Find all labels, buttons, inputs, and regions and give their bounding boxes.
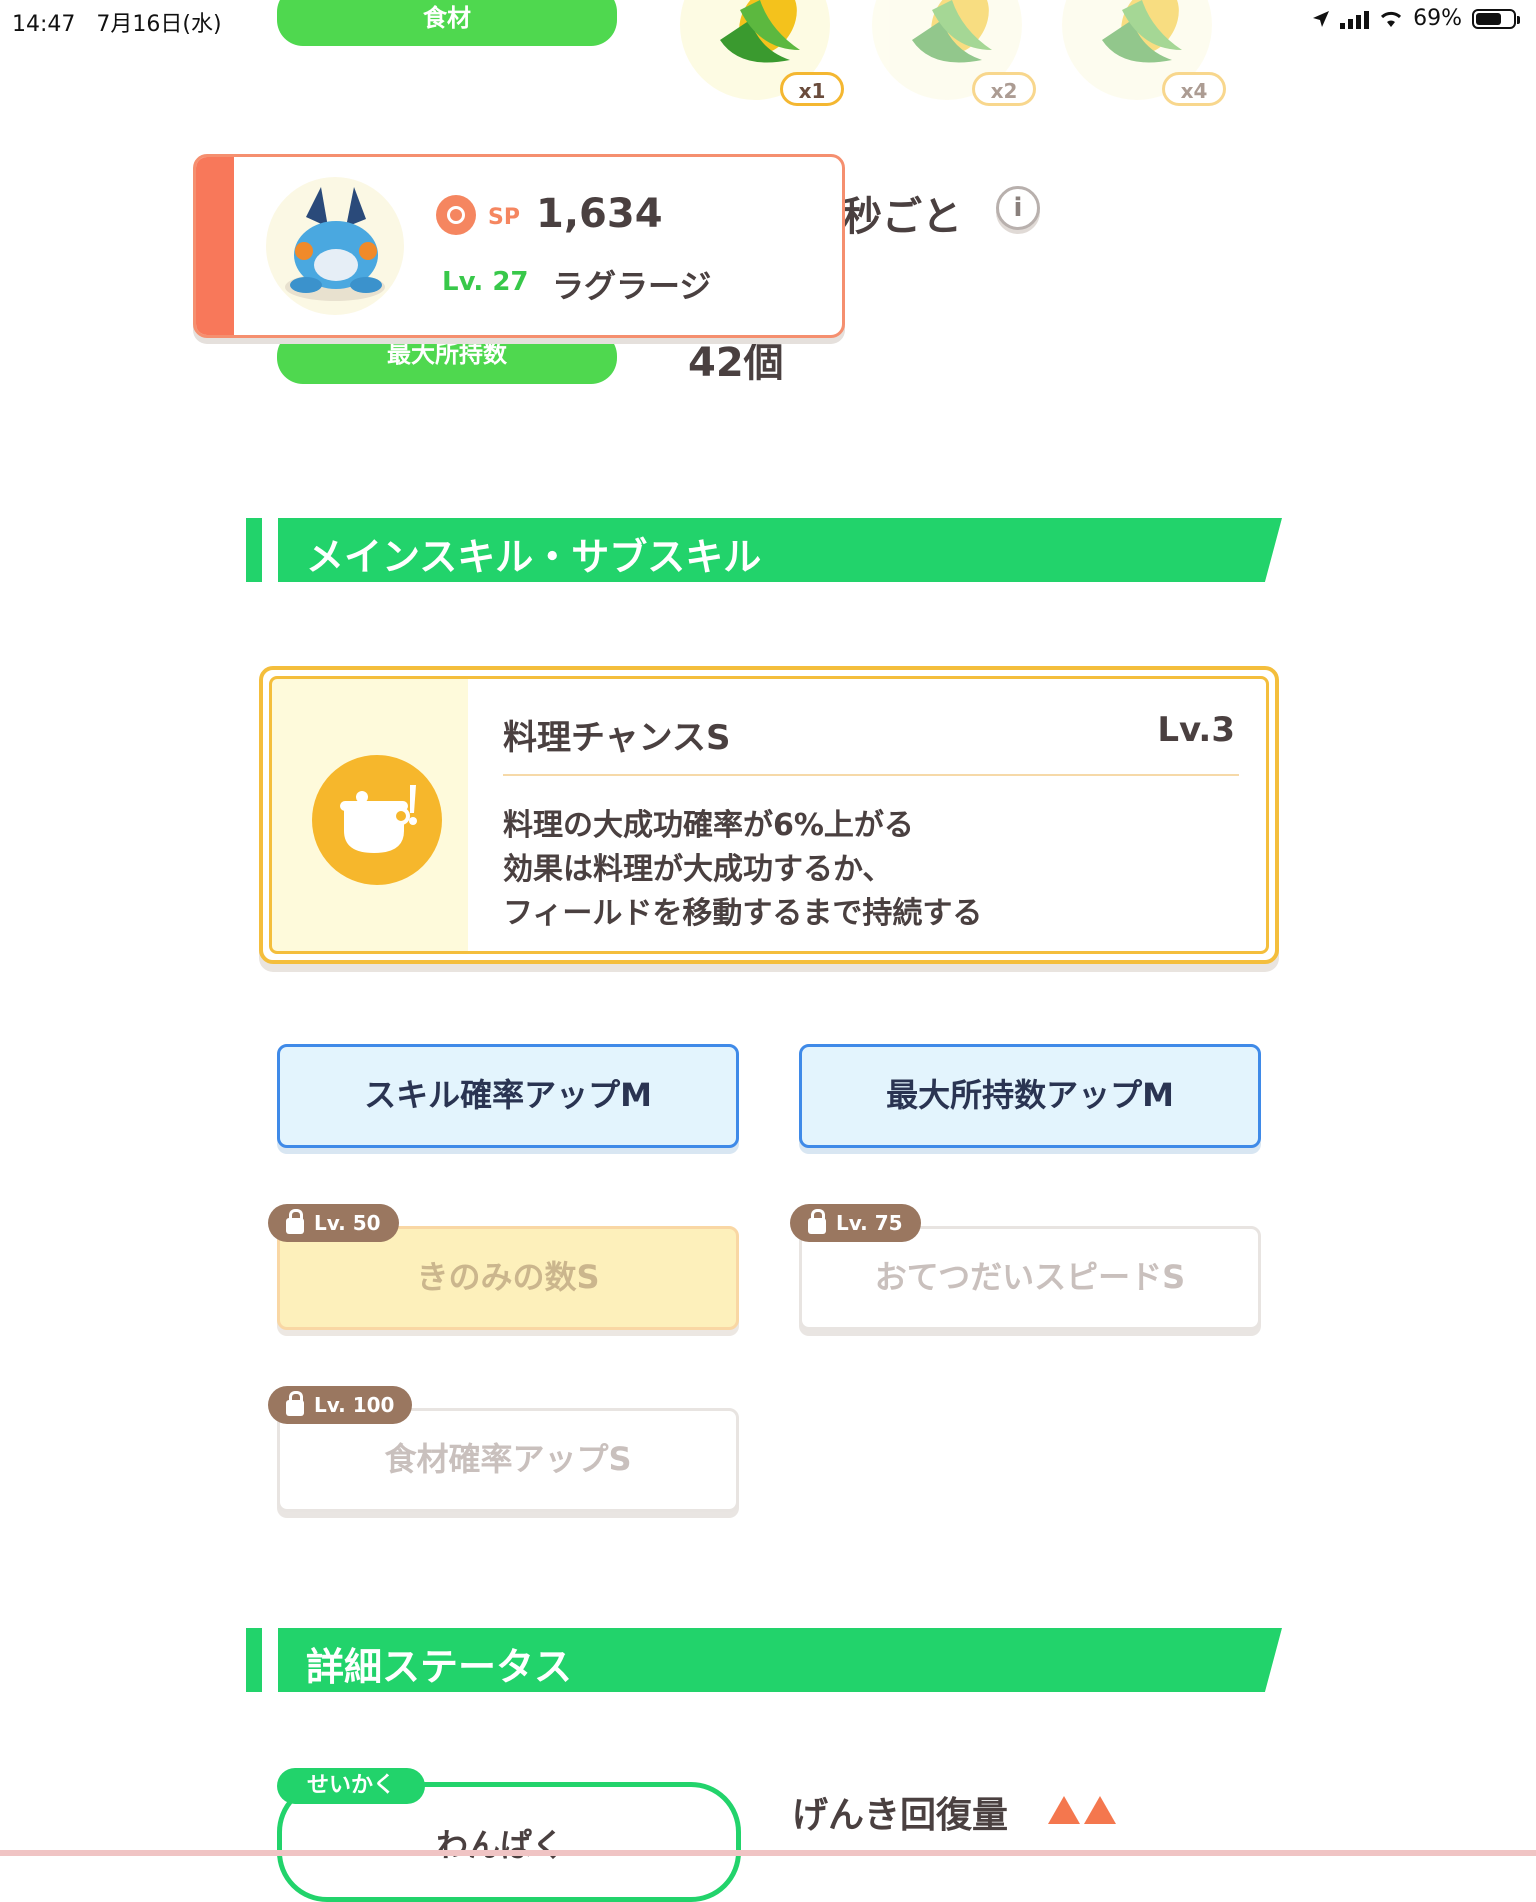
battery-percent: 69%: [1413, 6, 1462, 31]
lock-icon: [286, 1209, 304, 1234]
status-time: 14:47: [12, 12, 76, 37]
corn-badge-3: x4: [1162, 72, 1226, 106]
divider: [503, 774, 1239, 776]
lock-icon: [286, 1391, 304, 1416]
status-date: 7月16日(水): [96, 12, 222, 37]
subskill-lock-tag-4: Lv. 75: [790, 1204, 921, 1242]
section-header-skills: メインスキル・サブスキル: [246, 518, 1282, 582]
status-indicators: 69%: [1312, 6, 1520, 31]
corn-icon: [912, 0, 992, 63]
section-title: 詳細ステータス: [306, 1645, 573, 1689]
section-header-details: 詳細ステータス: [246, 1628, 1282, 1692]
stat-label: げんき回復量: [792, 1795, 1009, 1836]
pokemon-avatar: [266, 177, 404, 315]
description-line: 料理の大成功確率が6%上がる: [503, 808, 914, 843]
per-seconds-text: 秒ごと: [842, 194, 962, 240]
sp-icon: [436, 195, 476, 235]
location-arrow-icon: [1313, 10, 1330, 27]
corn-badge-1: x1: [780, 72, 844, 106]
main-skill-level: Lv.3: [1157, 710, 1235, 750]
description-line: フィールドを移動するまで持続する: [503, 896, 983, 931]
subskill-lock-tag-3: Lv. 50: [268, 1204, 399, 1242]
corn-badge-2: x2: [972, 72, 1036, 106]
info-icon[interactable]: i: [996, 186, 1040, 230]
ingredient-label: 食材: [277, 0, 617, 46]
nature-tag: せいかく: [277, 1768, 426, 1804]
nature-value: わんぱく: [436, 1826, 565, 1864]
lock-level: Lv. 75: [836, 1211, 903, 1235]
wifi-icon: [1381, 11, 1402, 27]
max-hold-value: 42個: [688, 340, 784, 386]
bottom-edge: [0, 1850, 1536, 1856]
status-time-date: 14:47 7月16日(水): [12, 6, 222, 38]
ingredient-slot-1[interactable]: x1: [680, 0, 844, 106]
swampert-icon: [285, 187, 385, 301]
corn-icon: [720, 0, 800, 63]
subskill-lock-tag-5: Lv. 100: [268, 1386, 413, 1424]
section-title: メインスキル・サブスキル: [306, 535, 762, 579]
sp-label: SP: [488, 205, 520, 230]
main-skill-name: 料理チャンスS: [503, 718, 731, 758]
lock-level: Lv. 100: [314, 1393, 395, 1417]
max-hold-label: 最大所持数: [277, 330, 617, 384]
pokemon-level: Lv. 27: [442, 267, 529, 297]
stat-up-arrows: [1048, 1796, 1116, 1824]
corn-icon: [1102, 0, 1182, 63]
ingredient-slot-3[interactable]: x4: [1062, 0, 1226, 106]
ingredient-slot-2[interactable]: x2: [872, 0, 1036, 106]
lock-level: Lv. 50: [314, 1211, 381, 1235]
main-skill-description: 料理の大成功確率が6%上がる 効果は料理が大成功するか、 フィールドを移動するま…: [503, 804, 982, 936]
subskill-button-2[interactable]: 最大所持数アップM: [799, 1044, 1261, 1148]
main-skill-card[interactable]: 料理チャンスS Lv.3 料理の大成功確率が6%上がる 効果は料理が大成功するか…: [259, 666, 1279, 964]
up-triangle-icon: [1048, 1796, 1080, 1824]
pokemon-name: ラグラージ: [552, 267, 712, 305]
cellular-signal-icon: [1340, 9, 1370, 29]
subskill-button-1[interactable]: スキル確率アップM: [277, 1044, 739, 1148]
card-stripe: [196, 157, 234, 335]
pokemon-card[interactable]: SP 1,634 Lv. 27 ラグラージ: [193, 154, 845, 338]
up-triangle-icon: [1084, 1796, 1116, 1824]
battery-icon: [1472, 8, 1520, 29]
description-line: 効果は料理が大成功するか、: [503, 852, 893, 887]
sp-value: 1,634: [536, 191, 663, 237]
lock-icon: [808, 1209, 826, 1234]
